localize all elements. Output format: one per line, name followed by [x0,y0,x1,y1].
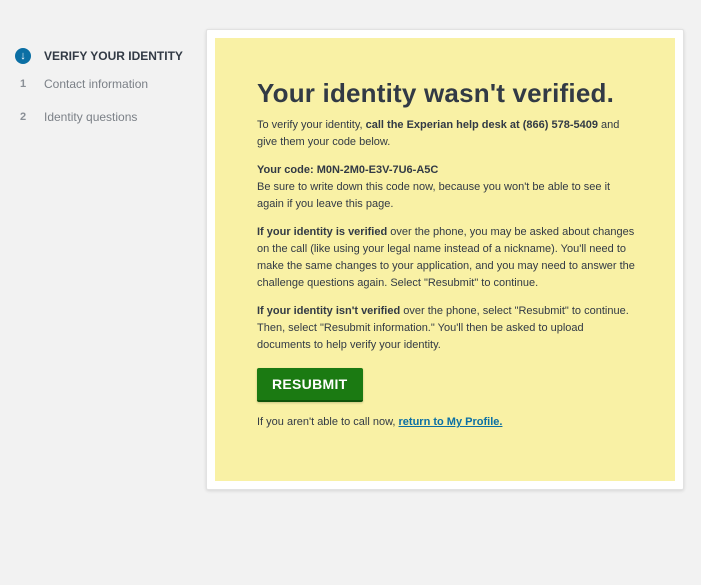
step-number: 2 [19,111,27,123]
call-instructions: To verify your identity, call the Experi… [257,117,637,151]
step-identity-questions: 2 Identity questions [15,107,205,127]
return-to-profile-link[interactable]: return to My Profile. [399,416,503,428]
step-verify-identity: ↓ VERIFY YOUR IDENTITY [15,46,205,66]
step-number: 1 [19,78,27,90]
panel-content: Your identity wasn't verified. To verify… [257,78,637,442]
step-contact-information: 1 Contact information [15,74,205,94]
not-verified-heading: If your identity isn't verified [257,305,401,317]
call-instructions-intro: To verify your identity, [257,119,366,131]
verification-code: Your code: M0N-2M0-E3V-7U6-A5C [257,164,439,176]
step-navigation: ↓ VERIFY YOUR IDENTITY 1 Contact informa… [15,46,205,140]
verification-card: Your identity wasn't verified. To verify… [206,29,684,490]
verified-info: If your identity is verified over the ph… [257,224,637,292]
verified-heading: If your identity is verified [257,226,388,238]
not-verified-info: If your identity isn't verified over the… [257,303,637,354]
footer-text: If you aren't able to call now, return t… [257,414,637,431]
code-block: Your code: M0N-2M0-E3V-7U6-A5C Be sure to… [257,162,637,213]
step-label: Identity questions [44,110,138,124]
help-desk-phone: call the Experian help desk at (866) 578… [365,119,598,131]
arrow-down-icon: ↓ [15,48,31,64]
resubmit-button[interactable]: RESUBMIT [257,368,363,402]
footer-prefix: If you aren't able to call now, [257,416,399,428]
warning-panel: Your identity wasn't verified. To verify… [215,38,675,481]
page-title: Your identity wasn't verified. [257,78,614,108]
code-note: Be sure to write down this code now, bec… [257,181,611,210]
step-label: Contact information [44,77,149,91]
step-label: VERIFY YOUR IDENTITY [44,49,183,63]
